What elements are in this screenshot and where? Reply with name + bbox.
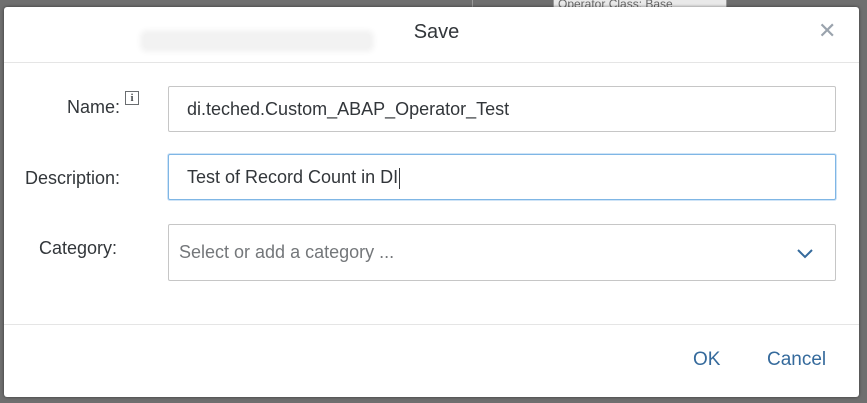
dialog-header: Save ✕ bbox=[4, 7, 859, 63]
description-input[interactable]: Test of Record Count in DI bbox=[168, 154, 836, 200]
chevron-down-icon[interactable] bbox=[795, 243, 815, 263]
category-label: Category: bbox=[39, 238, 118, 258]
footer-divider bbox=[4, 324, 859, 325]
category-placeholder: Select or add a category ... bbox=[179, 242, 395, 262]
dialog-title: Save bbox=[413, 21, 460, 43]
name-label: Name: bbox=[67, 97, 121, 117]
close-icon[interactable]: ✕ bbox=[818, 20, 836, 42]
name-input[interactable] bbox=[168, 86, 836, 132]
cancel-button[interactable]: Cancel bbox=[767, 349, 826, 371]
ok-button[interactable]: OK bbox=[693, 349, 720, 371]
description-label: Description: bbox=[25, 168, 121, 188]
info-icon[interactable]: i bbox=[125, 91, 139, 105]
text-caret bbox=[399, 167, 401, 189]
category-select[interactable]: Select or add a category ... bbox=[168, 224, 836, 281]
save-dialog: Save ✕ Name: i Description: Test of Reco… bbox=[4, 7, 859, 397]
description-value: Test of Record Count in DI bbox=[187, 167, 399, 187]
